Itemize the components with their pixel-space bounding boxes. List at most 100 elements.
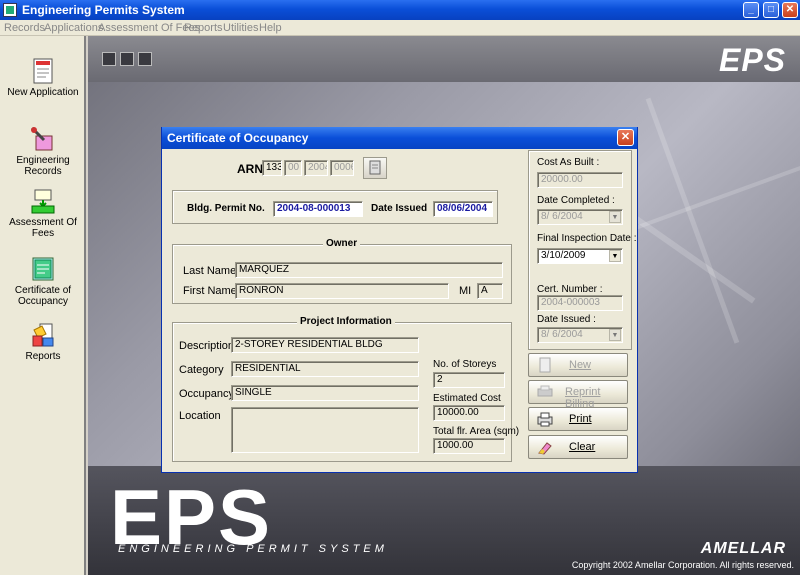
arn-field-2[interactable]: 00 [284,160,302,176]
category-label: Category [179,364,224,376]
clear-button-label: Clear [569,441,596,453]
permit-number-field[interactable]: 2004-08-000013 [273,201,363,217]
menu-applications[interactable]: Applications [44,22,103,34]
printer-icon [537,412,553,427]
occupancy-details-panel: Cost As Built : 20000.00 Date Completed … [528,150,637,350]
menu-records[interactable]: Records [4,22,45,34]
storeys-field[interactable]: 2 [433,372,505,388]
cost-as-built-label: Cost As Built : [537,157,600,168]
sidebar-label: Reports [25,351,61,362]
tools-icon [30,126,56,152]
sidebar-item-assessment-of-fees[interactable]: Assessment Of Fees [0,188,86,239]
cert-number-field[interactable]: 2004-000003 [537,295,623,311]
menu-bar: Records Applications Assessment Of Fees … [0,20,800,36]
date-issued-picker[interactable]: 8/ 6/2004 ▼ [537,327,623,343]
dialog-close-button[interactable]: ✕ [617,129,634,146]
eps-logo-small: EPS [718,42,786,78]
description-label: Description [179,340,235,352]
document-search-icon [369,160,381,175]
permit-number-label: Bldg. Permit No. [187,203,265,214]
close-button[interactable]: ✕ [782,2,798,18]
sidebar-item-new-application[interactable]: New Application [0,58,86,98]
eraser-icon [538,442,552,455]
clear-button[interactable]: Clear [528,435,628,459]
description-field[interactable]: 2-STOREY RESIDENTIAL BLDG [231,337,419,353]
date-completed-value: 8/ 6/2004 [541,211,583,222]
top-strip: EPS [88,36,800,82]
sidebar-label: New Application [7,87,79,98]
location-field[interactable] [231,407,419,453]
arn-field-4[interactable]: 0006 [330,160,354,176]
dialog-title: Certificate of Occupancy [167,131,309,145]
owner-group-title: Owner [323,238,361,249]
project-group-title: Project Information [297,316,395,327]
permit-date-field[interactable]: 08/06/2004 [433,201,493,217]
date-issued-label: Date Issued : [537,314,596,325]
floor-area-label: Total flr. Area (sqm) [433,426,520,437]
category-field[interactable]: RESIDENTIAL [231,361,419,377]
sidebar-label: Certificate of Occupancy [14,285,72,307]
last-name-field[interactable]: MARQUEZ [235,262,503,278]
sidebar-item-engineering-records[interactable]: Engineering Records [0,126,86,177]
window-title: Engineering Permits System [22,3,185,17]
date-issued-value: 8/ 6/2004 [541,329,583,340]
new-button-label: New [569,359,592,371]
printer-icon [537,385,553,397]
minimize-button[interactable]: _ [743,2,759,18]
report-icon [30,322,56,348]
window-titlebar: Engineering Permits System _ □ ✕ [0,0,800,20]
permit-date-label: Date Issued [371,203,428,214]
last-name-label: Last Name [183,265,237,277]
decor-square [120,52,134,66]
owner-group: Owner Last Name MARQUEZ First Name RONRO… [172,238,512,304]
occupancy-label: Occupancy [179,388,235,400]
sidebar-item-reports[interactable]: Reports [0,322,86,362]
print-button-label: Print [569,413,592,425]
first-name-label: First Name [183,285,237,297]
menu-utilities[interactable]: Utilities [223,22,258,34]
location-label: Location [179,410,221,422]
cost-as-built-field[interactable]: 20000.00 [537,172,623,188]
cash-icon [30,188,56,214]
menu-reports[interactable]: Reports [184,22,223,34]
estimated-cost-field[interactable]: 10000.00 [433,405,505,421]
permit-panel: Bldg. Permit No. 2004-08-000013 Date Iss… [172,190,498,224]
sidebar-label: Assessment Of Fees [9,217,77,239]
brand-logo: AMELLAR [700,540,786,557]
chevron-down-icon[interactable]: ▼ [609,250,621,262]
cert-number-label: Cert. Number : [537,284,603,295]
dialog-titlebar: Certificate of Occupancy ✕ [162,127,637,149]
copyright-text: Copyright 2002 Amellar Corporation. All … [571,560,794,570]
print-button[interactable]: Print [528,407,628,431]
project-group: Project Information Description 2-STOREY… [172,316,519,462]
date-completed-label: Date Completed : [537,195,615,206]
sidebar: New Application Engineering Records Asse… [0,36,86,575]
middle-initial-field[interactable]: A [477,283,503,299]
chevron-down-icon[interactable]: ▼ [609,329,621,341]
maximize-button[interactable]: □ [763,2,779,18]
sidebar-item-certificate-of-occupancy[interactable]: Certificate of Occupancy [0,256,86,307]
date-completed-picker[interactable]: 8/ 6/2004 ▼ [537,209,623,225]
menu-help[interactable]: Help [259,22,282,34]
eps-tagline: ENGINEERING PERMIT SYSTEM [118,543,388,555]
arn-field-3[interactable]: 2004 [304,160,328,176]
final-inspection-picker[interactable]: 3/10/2009 ▼ [537,248,623,264]
storeys-label: No. of Storeys [433,359,497,370]
document-icon [30,58,56,84]
arn-search-button[interactable] [363,157,387,179]
first-name-field[interactable]: RONRON [235,283,449,299]
floor-area-field[interactable]: 1000.00 [433,438,505,454]
arn-field-1[interactable]: 133 [262,160,282,176]
occupancy-field[interactable]: SINGLE [231,385,419,401]
new-button[interactable]: New [528,353,628,377]
decor-square [138,52,152,66]
new-document-icon [539,357,551,373]
sidebar-label: Engineering Records [16,155,70,177]
arn-label: ARN [237,162,263,176]
chevron-down-icon[interactable]: ▼ [609,211,621,223]
reprint-billing-button[interactable]: Reprint Billing [528,380,628,410]
certificate-dialog: Certificate of Occupancy ✕ ARN 133 00 20… [161,127,638,473]
certificate-icon [30,256,56,282]
app-icon [3,3,17,17]
decor-square [102,52,116,66]
